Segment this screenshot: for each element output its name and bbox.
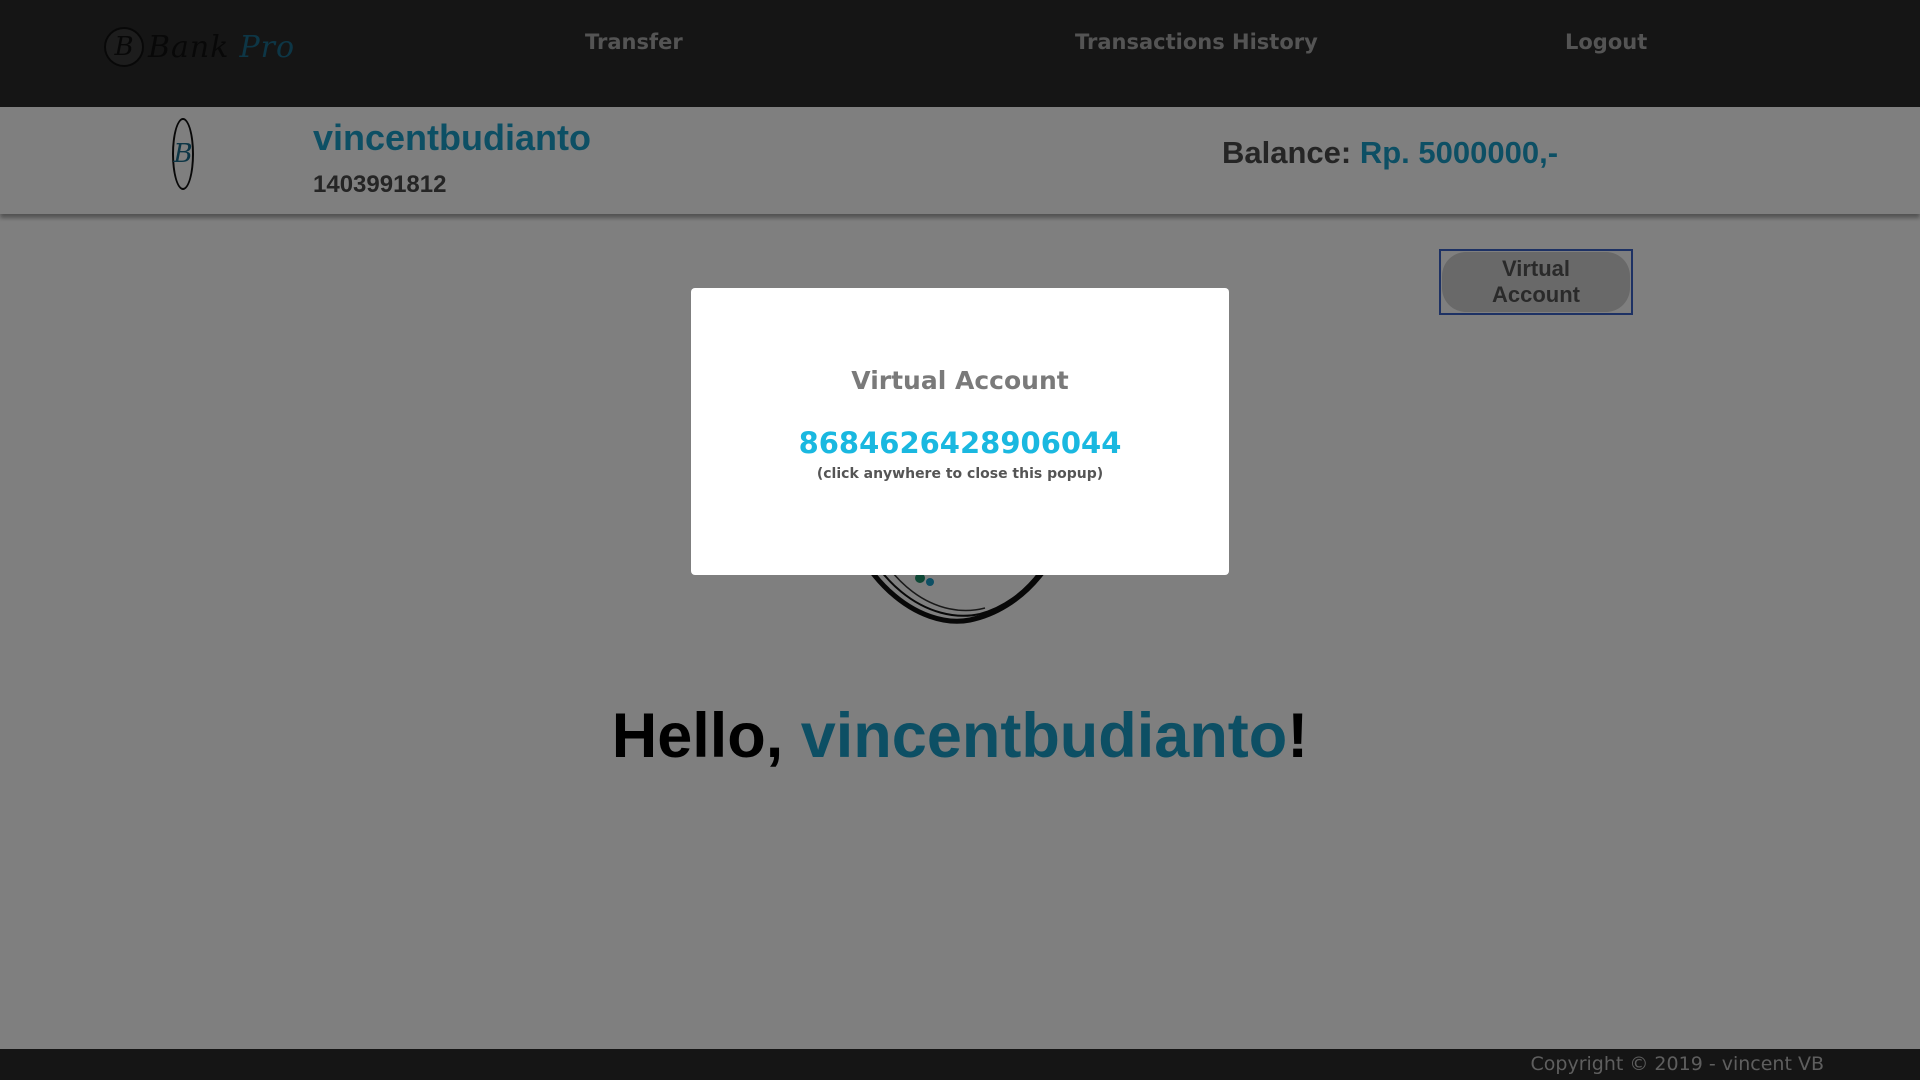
popup-virtual-account-number: 8684626428906044 [798, 426, 1122, 460]
popup-overlay[interactable]: Virtual Account 8684626428906044 (click … [0, 0, 1920, 1080]
popup-title: Virtual Account [851, 366, 1069, 395]
popup-close-hint: (click anywhere to close this popup) [816, 466, 1104, 482]
virtual-account-popup[interactable]: Virtual Account 8684626428906044 (click … [691, 288, 1229, 575]
